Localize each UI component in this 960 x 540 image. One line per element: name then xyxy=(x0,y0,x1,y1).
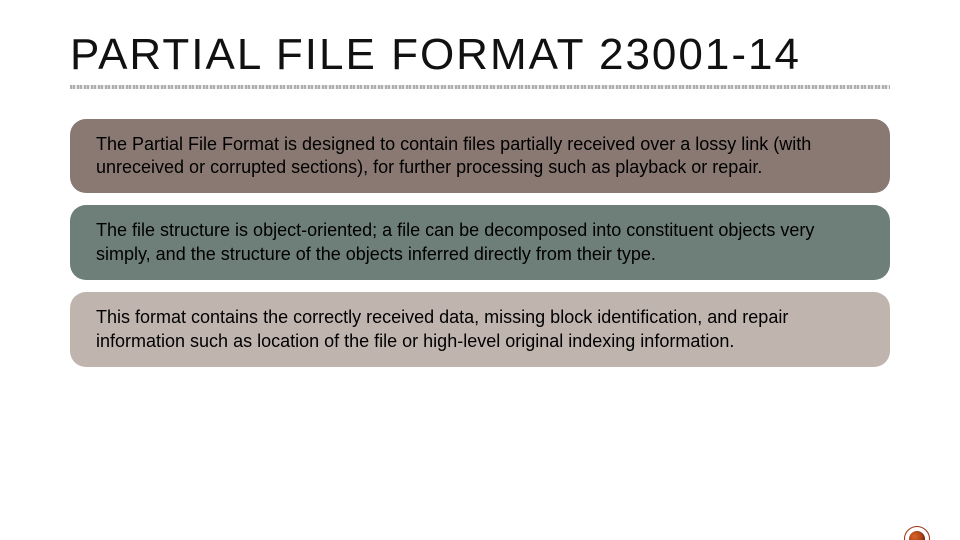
sphere-icon xyxy=(909,531,925,540)
panel-3-text: This format contains the correctly recei… xyxy=(96,307,788,350)
slide-title: PARTIAL FILE FORMAT 23001-14 xyxy=(70,30,890,81)
content-panels: The Partial File Format is designed to c… xyxy=(70,119,890,367)
panel-1-text: The Partial File Format is designed to c… xyxy=(96,134,811,177)
panel-3: This format contains the correctly recei… xyxy=(70,292,890,367)
panel-2: The file structure is object-oriented; a… xyxy=(70,205,890,280)
title-underline xyxy=(70,85,890,89)
slide: PARTIAL FILE FORMAT 23001-14 The Partial… xyxy=(0,30,960,540)
page-number-icon xyxy=(904,526,930,540)
panel-1: The Partial File Format is designed to c… xyxy=(70,119,890,194)
panel-2-text: The file structure is object-oriented; a… xyxy=(96,220,814,263)
